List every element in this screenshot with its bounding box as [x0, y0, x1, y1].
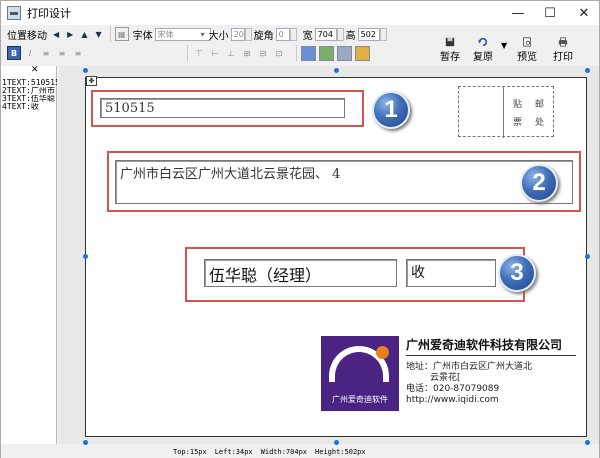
- resize-handle[interactable]: [83, 254, 88, 259]
- printer-icon: [558, 37, 568, 47]
- restore-button[interactable]: 复原: [468, 37, 498, 63]
- move-right-icon[interactable]: ▶: [67, 30, 73, 39]
- italic-icon[interactable]: I: [23, 46, 37, 60]
- chart-icon[interactable]: [319, 45, 334, 61]
- close-button[interactable]: ✕: [566, 1, 600, 25]
- stamp-text: 邮: [535, 100, 545, 110]
- highlight-box: [185, 247, 525, 302]
- width-label: 宽: [302, 30, 313, 42]
- rotate-label: 旋角: [253, 30, 274, 42]
- distribute-h-icon[interactable]: ⊞: [240, 46, 254, 60]
- preview-button[interactable]: 预览: [512, 37, 542, 63]
- rotate-input[interactable]: 0: [275, 27, 290, 41]
- height-spinner[interactable]: [379, 27, 387, 41]
- height-label: 高: [345, 30, 356, 42]
- step-badge: 2: [520, 164, 558, 202]
- save-button[interactable]: 暂存: [435, 37, 465, 63]
- highlight-box: [91, 90, 364, 127]
- height-input[interactable]: 502: [357, 27, 380, 41]
- company-logo: 广州爱奇迪软件: [321, 336, 399, 411]
- preview-icon: [523, 37, 531, 47]
- move-left-icon[interactable]: ◀: [53, 30, 59, 39]
- width-spinner[interactable]: [336, 27, 344, 41]
- same-size-icon[interactable]: ⊡: [272, 46, 286, 60]
- distribute-v-icon[interactable]: ⊟: [256, 46, 270, 60]
- size-label: 大小: [208, 30, 229, 42]
- align-center-icon[interactable]: ≡: [55, 46, 69, 60]
- minimize-button[interactable]: —: [500, 1, 536, 25]
- step-badge: 3: [498, 254, 536, 292]
- copy-icon[interactable]: [301, 45, 316, 61]
- toolbar-row-2: B I ≡ ≡ ≡ ⊤ ⊢ ⊥ ⊞ ⊟ ⊡: [1, 44, 599, 62]
- status-left: Left:34px: [214, 447, 253, 456]
- status-width: Width:704px: [260, 447, 308, 456]
- align-top-icon[interactable]: ⊤: [192, 46, 206, 60]
- print-button[interactable]: 打印: [548, 37, 578, 63]
- highlight-box: [107, 151, 581, 212]
- title-bar: 打印设计 — ☐ ✕: [1, 1, 599, 25]
- app-icon: [7, 6, 21, 20]
- logo-text: 广州爱奇迪软件: [332, 395, 388, 404]
- separator: [109, 26, 111, 42]
- resize-handle[interactable]: [585, 68, 590, 73]
- preview-label: 预览: [517, 52, 537, 63]
- company-info: 广州爱奇迪软件科技有限公司 地址：广州市白云区广州大道北 云景花[ 电话：020…: [406, 336, 576, 406]
- element-list-panel: ✕ 1TEXT:510515 2TEXT:广州市 3TEXT:伍华聪 4TEXT…: [1, 65, 57, 444]
- status-top: Top:15px: [173, 447, 207, 456]
- table-icon[interactable]: [337, 45, 352, 61]
- align-middle-icon[interactable]: ⊢: [208, 46, 222, 60]
- size-spinner[interactable]: [244, 27, 252, 41]
- element-list: 1TEXT:510515 2TEXT:广州市 3TEXT:伍华聪 4TEXT:收: [2, 79, 57, 111]
- stamp-inner: [503, 87, 555, 138]
- company-address-2: 云景花[: [430, 373, 461, 383]
- list-item[interactable]: 2TEXT:广州市: [2, 87, 57, 95]
- toolbar-row-1: 位置移动 ◀ ▶ ▲ ▼ ▦ 字体 宋体 ▾ 大小 20 旋角 0 宽 704 …: [1, 25, 599, 43]
- company-name: 广州爱奇迪软件科技有限公司: [406, 336, 576, 356]
- font-label: 字体: [132, 30, 153, 42]
- move-up-icon[interactable]: ▲: [81, 30, 87, 39]
- print-label: 打印: [553, 52, 573, 63]
- list-item[interactable]: 3TEXT:伍华聪: [2, 95, 57, 103]
- logo-dot: [376, 346, 389, 359]
- align-right-icon[interactable]: ≡: [71, 46, 85, 60]
- app-window: 打印设计 — ☐ ✕ 位置移动 ◀ ▶ ▲ ▼ ▦ 字体 宋体 ▾ 大小 20 …: [0, 0, 600, 458]
- stamp-text: 贴: [513, 100, 523, 110]
- rotate-spinner[interactable]: [289, 27, 297, 41]
- align-bottom-icon[interactable]: ⊥: [224, 46, 238, 60]
- save-icon: [445, 37, 455, 47]
- maximize-button[interactable]: ☐: [532, 1, 568, 25]
- stamp-text: 处: [535, 118, 545, 128]
- restore-label: 复原: [473, 52, 493, 63]
- resize-handle[interactable]: [334, 68, 339, 73]
- stamp-area: 贴 邮 票 处: [458, 86, 555, 138]
- undo-icon: [478, 37, 488, 47]
- chevron-down-icon[interactable]: ▾: [201, 30, 205, 39]
- width-input[interactable]: 704: [314, 27, 337, 41]
- move-label: 位置移动: [7, 30, 47, 42]
- move-down-icon[interactable]: ▼: [95, 30, 101, 39]
- company-phone: 电话：020-87079089: [406, 384, 500, 394]
- company-address: 地址：广州市白云区广州大道北: [406, 362, 533, 372]
- step-badge: 1: [372, 91, 410, 129]
- status-height: Height:502px: [315, 447, 366, 456]
- book-icon[interactable]: [355, 45, 370, 61]
- separator: [187, 45, 188, 61]
- resize-handle[interactable]: [585, 254, 590, 259]
- company-website: http://www.iqidi.com: [406, 395, 499, 405]
- list-item[interactable]: 4TEXT:收: [2, 103, 57, 111]
- window-title: 打印设计: [27, 7, 71, 20]
- select-all-icon[interactable]: ✥: [86, 76, 97, 86]
- panel-close-icon[interactable]: ✕: [31, 65, 39, 75]
- list-item[interactable]: 1TEXT:510515: [2, 79, 57, 87]
- grid-icon[interactable]: ▦: [114, 27, 129, 41]
- bold-icon[interactable]: B: [7, 46, 21, 60]
- restore-dropdown-icon[interactable]: ▼: [501, 41, 507, 50]
- size-input[interactable]: 20: [230, 27, 245, 41]
- align-left-icon[interactable]: ≡: [39, 46, 53, 60]
- stamp-text: 票: [513, 118, 523, 128]
- status-bar: Top:15px Left:34px Width:704px Height:50…: [1, 445, 599, 458]
- resize-handle[interactable]: [83, 68, 88, 73]
- save-label: 暂存: [440, 52, 460, 63]
- separator: [296, 45, 297, 61]
